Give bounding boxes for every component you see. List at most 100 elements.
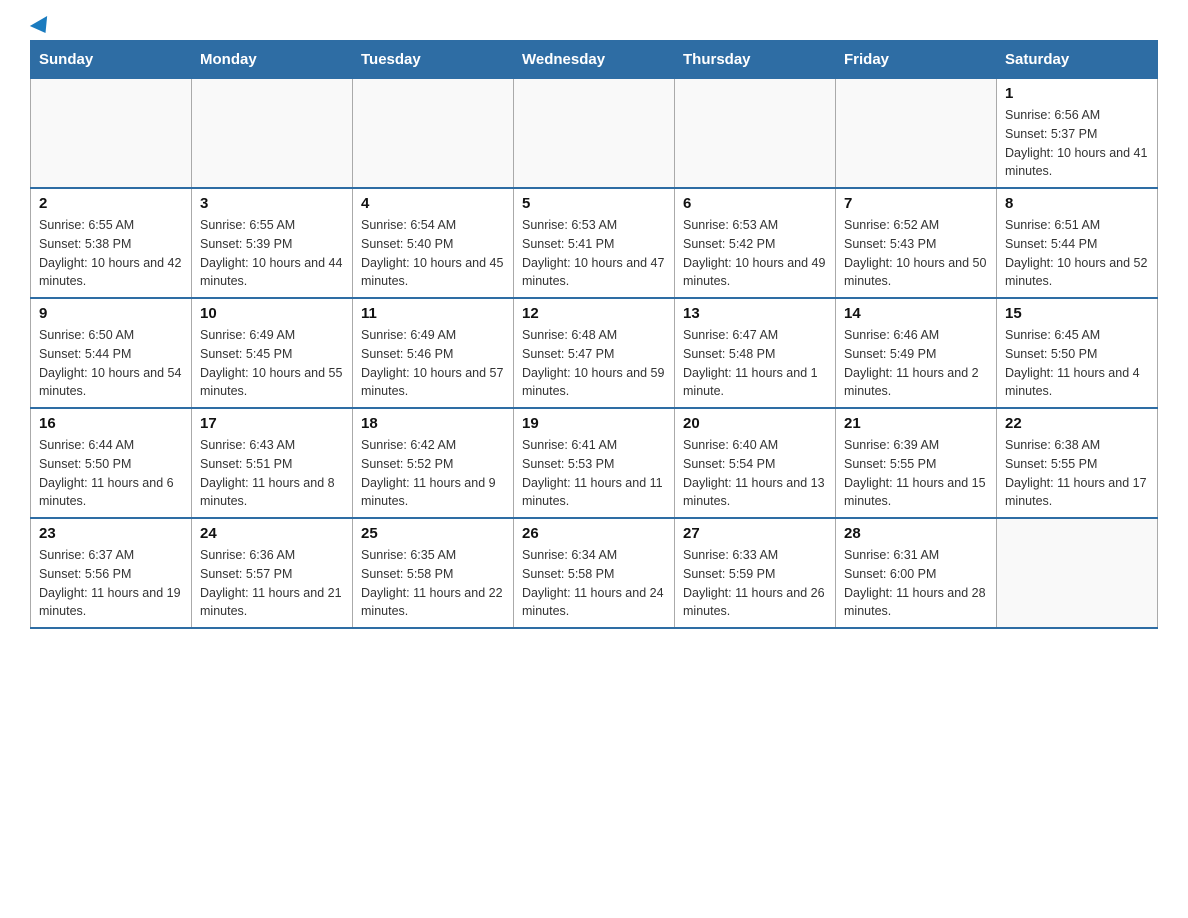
day-info: Sunrise: 6:51 AM Sunset: 5:44 PM Dayligh…	[1005, 216, 1149, 291]
calendar-cell	[353, 79, 514, 189]
day-number: 8	[1005, 195, 1149, 212]
day-info: Sunrise: 6:35 AM Sunset: 5:58 PM Dayligh…	[361, 546, 505, 621]
calendar-cell: 4 Sunrise: 6:54 AM Sunset: 5:40 PM Daylig…	[353, 188, 514, 298]
calendar-cell: 17Sunrise: 6:43 AM Sunset: 5:51 PM Dayli…	[192, 408, 353, 518]
calendar-cell: 26Sunrise: 6:34 AM Sunset: 5:58 PM Dayli…	[514, 518, 675, 628]
calendar-cell: 19 Sunrise: 6:41 AM Sunset: 5:53 PM Dayli…	[514, 408, 675, 518]
calendar-cell	[997, 518, 1158, 628]
day-number: 19	[522, 415, 666, 432]
day-info: Sunrise: 6:42 AM Sunset: 5:52 PM Dayligh…	[361, 436, 505, 511]
calendar-week-2: 9Sunrise: 6:50 AM Sunset: 5:44 PM Daylig…	[31, 298, 1158, 408]
header-wednesday: Wednesday	[514, 41, 675, 79]
calendar-header-row: SundayMondayTuesdayWednesdayThursdayFrid…	[31, 41, 1158, 79]
header-friday: Friday	[836, 41, 997, 79]
day-number: 11	[361, 305, 505, 322]
day-info: Sunrise: 6:39 AM Sunset: 5:55 PM Dayligh…	[844, 436, 988, 511]
calendar-cell: 13 Sunrise: 6:47 AM Sunset: 5:48 PM Dayli…	[675, 298, 836, 408]
calendar-cell: 11 Sunrise: 6:49 AM Sunset: 5:46 PM Dayli…	[353, 298, 514, 408]
header-monday: Monday	[192, 41, 353, 79]
calendar-cell: 27 Sunrise: 6:33 AM Sunset: 5:59 PM Dayli…	[675, 518, 836, 628]
calendar-cell: 12 Sunrise: 6:48 AM Sunset: 5:47 PM Dayli…	[514, 298, 675, 408]
calendar-week-3: 16Sunrise: 6:44 AM Sunset: 5:50 PM Dayli…	[31, 408, 1158, 518]
day-number: 15	[1005, 305, 1149, 322]
calendar-header: SundayMondayTuesdayWednesdayThursdayFrid…	[31, 41, 1158, 79]
header-tuesday: Tuesday	[353, 41, 514, 79]
calendar-cell	[514, 79, 675, 189]
day-number: 13	[683, 305, 827, 322]
day-info: Sunrise: 6:40 AM Sunset: 5:54 PM Dayligh…	[683, 436, 827, 511]
day-number: 20	[683, 415, 827, 432]
logo	[30, 20, 52, 30]
day-number: 25	[361, 525, 505, 542]
calendar-cell: 28 Sunrise: 6:31 AM Sunset: 6:00 PM Dayli…	[836, 518, 997, 628]
day-number: 6	[683, 195, 827, 212]
day-info: Sunrise: 6:48 AM Sunset: 5:47 PM Dayligh…	[522, 326, 666, 401]
calendar-cell: 20 Sunrise: 6:40 AM Sunset: 5:54 PM Dayli…	[675, 408, 836, 518]
calendar-week-1: 2 Sunrise: 6:55 AM Sunset: 5:38 PM Daylig…	[31, 188, 1158, 298]
calendar-cell: 8 Sunrise: 6:51 AM Sunset: 5:44 PM Daylig…	[997, 188, 1158, 298]
day-info: Sunrise: 6:53 AM Sunset: 5:42 PM Dayligh…	[683, 216, 827, 291]
calendar-cell: 5 Sunrise: 6:53 AM Sunset: 5:41 PM Daylig…	[514, 188, 675, 298]
day-number: 26	[522, 525, 666, 542]
day-number: 10	[200, 305, 344, 322]
day-number: 3	[200, 195, 344, 212]
day-number: 2	[39, 195, 183, 212]
calendar-cell: 22 Sunrise: 6:38 AM Sunset: 5:55 PM Dayli…	[997, 408, 1158, 518]
day-number: 9	[39, 305, 183, 322]
calendar-cell: 14 Sunrise: 6:46 AM Sunset: 5:49 PM Dayli…	[836, 298, 997, 408]
day-info: Sunrise: 6:55 AM Sunset: 5:39 PM Dayligh…	[200, 216, 344, 291]
calendar-cell: 3 Sunrise: 6:55 AM Sunset: 5:39 PM Daylig…	[192, 188, 353, 298]
day-info: Sunrise: 6:47 AM Sunset: 5:48 PM Dayligh…	[683, 326, 827, 401]
calendar-cell: 2 Sunrise: 6:55 AM Sunset: 5:38 PM Daylig…	[31, 188, 192, 298]
calendar-cell: 7 Sunrise: 6:52 AM Sunset: 5:43 PM Daylig…	[836, 188, 997, 298]
calendar-cell	[31, 79, 192, 189]
day-info: Sunrise: 6:52 AM Sunset: 5:43 PM Dayligh…	[844, 216, 988, 291]
day-info: Sunrise: 6:44 AM Sunset: 5:50 PM Dayligh…	[39, 436, 183, 511]
calendar-cell: 1 Sunrise: 6:56 AM Sunset: 5:37 PM Daylig…	[997, 79, 1158, 189]
calendar-body: 1 Sunrise: 6:56 AM Sunset: 5:37 PM Daylig…	[31, 79, 1158, 629]
calendar-table: SundayMondayTuesdayWednesdayThursdayFrid…	[30, 40, 1158, 629]
day-number: 4	[361, 195, 505, 212]
day-info: Sunrise: 6:41 AM Sunset: 5:53 PM Dayligh…	[522, 436, 666, 511]
day-number: 14	[844, 305, 988, 322]
day-info: Sunrise: 6:36 AM Sunset: 5:57 PM Dayligh…	[200, 546, 344, 621]
calendar-cell: 25 Sunrise: 6:35 AM Sunset: 5:58 PM Dayli…	[353, 518, 514, 628]
calendar-cell: 9Sunrise: 6:50 AM Sunset: 5:44 PM Daylig…	[31, 298, 192, 408]
calendar-cell: 6 Sunrise: 6:53 AM Sunset: 5:42 PM Daylig…	[675, 188, 836, 298]
calendar-cell: 21 Sunrise: 6:39 AM Sunset: 5:55 PM Dayli…	[836, 408, 997, 518]
day-number: 22	[1005, 415, 1149, 432]
day-info: Sunrise: 6:55 AM Sunset: 5:38 PM Dayligh…	[39, 216, 183, 291]
page-header	[30, 20, 1158, 30]
day-number: 28	[844, 525, 988, 542]
calendar-week-4: 23 Sunrise: 6:37 AM Sunset: 5:56 PM Dayli…	[31, 518, 1158, 628]
day-info: Sunrise: 6:38 AM Sunset: 5:55 PM Dayligh…	[1005, 436, 1149, 511]
day-info: Sunrise: 6:49 AM Sunset: 5:46 PM Dayligh…	[361, 326, 505, 401]
header-sunday: Sunday	[31, 41, 192, 79]
day-number: 1	[1005, 85, 1149, 102]
day-number: 7	[844, 195, 988, 212]
day-info: Sunrise: 6:46 AM Sunset: 5:49 PM Dayligh…	[844, 326, 988, 401]
calendar-cell: 15 Sunrise: 6:45 AM Sunset: 5:50 PM Dayli…	[997, 298, 1158, 408]
calendar-week-0: 1 Sunrise: 6:56 AM Sunset: 5:37 PM Daylig…	[31, 79, 1158, 189]
calendar-cell	[675, 79, 836, 189]
day-number: 23	[39, 525, 183, 542]
calendar-cell	[192, 79, 353, 189]
day-info: Sunrise: 6:31 AM Sunset: 6:00 PM Dayligh…	[844, 546, 988, 621]
day-info: Sunrise: 6:54 AM Sunset: 5:40 PM Dayligh…	[361, 216, 505, 291]
calendar-cell: 18 Sunrise: 6:42 AM Sunset: 5:52 PM Dayli…	[353, 408, 514, 518]
calendar-cell: 10Sunrise: 6:49 AM Sunset: 5:45 PM Dayli…	[192, 298, 353, 408]
calendar-cell: 23 Sunrise: 6:37 AM Sunset: 5:56 PM Dayli…	[31, 518, 192, 628]
day-number: 5	[522, 195, 666, 212]
day-info: Sunrise: 6:37 AM Sunset: 5:56 PM Dayligh…	[39, 546, 183, 621]
logo-arrow-icon	[30, 16, 54, 38]
day-info: Sunrise: 6:45 AM Sunset: 5:50 PM Dayligh…	[1005, 326, 1149, 401]
day-info: Sunrise: 6:56 AM Sunset: 5:37 PM Dayligh…	[1005, 106, 1149, 181]
day-info: Sunrise: 6:43 AM Sunset: 5:51 PM Dayligh…	[200, 436, 344, 511]
calendar-cell	[836, 79, 997, 189]
day-info: Sunrise: 6:33 AM Sunset: 5:59 PM Dayligh…	[683, 546, 827, 621]
day-number: 27	[683, 525, 827, 542]
day-number: 12	[522, 305, 666, 322]
day-number: 18	[361, 415, 505, 432]
day-info: Sunrise: 6:53 AM Sunset: 5:41 PM Dayligh…	[522, 216, 666, 291]
day-number: 21	[844, 415, 988, 432]
